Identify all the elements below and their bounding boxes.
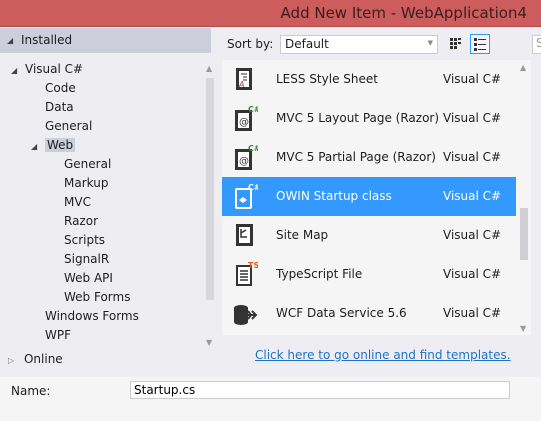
tree-item-label: Scripts xyxy=(64,233,106,247)
name-label: Name: xyxy=(11,384,51,398)
template-item[interactable]: @ C# MVC 5 Layout Page (Razor)Visual C# xyxy=(222,99,516,138)
tree-item[interactable]: Web Forms xyxy=(64,288,130,307)
svg-text:C#: C# xyxy=(248,105,258,114)
grid-view-icon xyxy=(450,38,461,49)
svg-text:TS: TS xyxy=(248,261,258,270)
scroll-up-icon[interactable]: ▲ xyxy=(206,64,212,73)
online-label: Online xyxy=(23,352,63,366)
installed-header[interactable]: ◢ Installed xyxy=(0,28,211,53)
expanded-triangle-icon: ◢ xyxy=(7,36,14,45)
scroll-thumb[interactable] xyxy=(520,208,528,260)
tree-item-label: Visual C# xyxy=(25,62,84,76)
template-name: OWIN Startup class xyxy=(276,189,392,203)
tree-item[interactable]: Razor xyxy=(64,212,98,231)
tree-item-label: General xyxy=(45,119,93,133)
wcf-service-icon xyxy=(234,305,258,325)
svg-text:@: @ xyxy=(239,117,249,128)
tree-item-label: Markup xyxy=(64,176,109,190)
sort-dropdown[interactable]: Default ▼ xyxy=(280,35,438,54)
template-item[interactable]: @ C# MVC 5 Partial Page (Razor) Visual C# xyxy=(222,138,516,177)
tree-item-label: General xyxy=(64,157,112,171)
search-input[interactable]: S xyxy=(532,35,541,54)
list-scrollbar[interactable]: ▲ ▼ xyxy=(518,60,530,335)
sort-label: Sort by: xyxy=(227,37,274,51)
template-language: Visual C# xyxy=(443,267,502,281)
template-language: Visual C# xyxy=(443,228,502,242)
razor-page-icon: @ C# xyxy=(235,105,258,131)
tree-item-label: Data xyxy=(45,100,74,114)
scroll-down-icon[interactable]: ▼ xyxy=(206,338,212,347)
template-item[interactable]: A LESS Style Sheet Visual C# xyxy=(222,60,516,99)
expanded-triangle-icon[interactable]: ◢ xyxy=(11,61,17,80)
tree-item[interactable]: ◢ Web xyxy=(31,136,76,155)
tree-item[interactable]: Markup xyxy=(64,174,108,193)
template-language: Visual C# xyxy=(443,72,502,86)
template-name: WCF Data Service 5.6 xyxy=(276,306,407,320)
tree-item[interactable]: Code xyxy=(45,79,76,98)
name-form: Name: xyxy=(0,377,541,421)
sort-value: Default xyxy=(285,37,329,51)
scroll-thumb[interactable] xyxy=(206,78,214,300)
tree-item[interactable]: WPF xyxy=(45,326,71,345)
scroll-down-icon[interactable]: ▼ xyxy=(520,324,526,333)
tree-item-label: MVC xyxy=(64,195,91,209)
tree-item-label: Windows Forms xyxy=(45,309,139,323)
tree-item-label: Web Forms xyxy=(64,290,131,304)
tree-scrollbar[interactable]: ▲ ▼ xyxy=(204,62,216,347)
tree-item[interactable]: Windows Forms xyxy=(45,307,139,326)
installed-label: Installed xyxy=(21,33,73,47)
template-name: LESS Style Sheet xyxy=(276,72,378,86)
template-name: Site Map xyxy=(276,228,329,242)
tree-item[interactable]: Data xyxy=(45,98,74,117)
tree-item[interactable]: MVC xyxy=(64,193,91,212)
typescript-file-icon: TS xyxy=(236,261,258,286)
template-list: A LESS Style Sheet Visual C# @ C# MVC 5 Layou… xyxy=(222,60,531,335)
template-item[interactable]: WCF Data Service 5.6 Visual C# xyxy=(222,294,516,333)
template-name: MVC 5 Layout Page (Razor) xyxy=(276,111,440,125)
window-title: Add New Item - WebApplication4 xyxy=(280,4,527,22)
template-item[interactable]: C# OWIN Startup class Visual C# xyxy=(222,177,516,216)
tree-item-label: Web API xyxy=(64,271,113,285)
sitemap-icon xyxy=(236,224,253,246)
online-templates-link[interactable]: Click here to go online and find templat… xyxy=(255,348,511,362)
svg-text:@: @ xyxy=(239,156,249,167)
expanded-triangle-icon[interactable]: ◢ xyxy=(31,137,37,156)
svg-text:A: A xyxy=(238,80,244,89)
template-language: Visual C# xyxy=(443,150,502,164)
svg-text:C#: C# xyxy=(248,183,258,192)
template-language: Visual C# xyxy=(443,306,502,320)
template-categories-panel: ◢ Installed ◢ Visual C# Code Data General ◢ We… xyxy=(0,27,220,377)
tree-item-label: Razor xyxy=(64,214,99,228)
template-language: Visual C# xyxy=(443,111,502,125)
tree-item[interactable]: Scripts xyxy=(64,231,105,250)
tree-item[interactable]: Web API xyxy=(64,269,113,288)
tree-item-label: Code xyxy=(45,81,76,95)
tree-item-label: SignalR xyxy=(64,252,110,266)
razor-page-icon: @ C# xyxy=(235,144,258,170)
scroll-up-icon[interactable]: ▲ xyxy=(520,63,526,72)
tree-item-label: WPF xyxy=(45,328,72,342)
template-item[interactable]: TS TypeScript File Visual C# xyxy=(222,255,516,294)
less-file-icon: A xyxy=(236,68,252,90)
list-view-button[interactable] xyxy=(470,34,490,54)
collapsed-triangle-icon: ▷ xyxy=(8,356,15,365)
svg-text:C#: C# xyxy=(248,144,258,153)
small-icons-view-button[interactable] xyxy=(446,34,466,54)
owin-class-icon: C# xyxy=(235,183,258,209)
tree-item-online[interactable]: ▷ Online xyxy=(8,352,63,366)
tree-item[interactable]: General xyxy=(45,117,92,136)
tree-item-label: Web xyxy=(45,138,76,152)
template-language: Visual C# xyxy=(443,189,502,203)
tree-item[interactable]: ◢ Visual C# xyxy=(11,60,84,79)
tree-item[interactable]: General xyxy=(64,155,111,174)
tree-item[interactable]: SignalR xyxy=(64,250,109,269)
template-name: TypeScript File xyxy=(276,267,363,281)
template-item[interactable]: Site Map Visual C# xyxy=(222,216,516,255)
chevron-down-icon: ▼ xyxy=(427,39,433,47)
title-bar: Add New Item - WebApplication4 xyxy=(0,0,541,27)
list-view-icon xyxy=(474,38,486,51)
name-input[interactable] xyxy=(130,381,510,399)
template-name: MVC 5 Partial Page (Razor) xyxy=(276,150,436,164)
